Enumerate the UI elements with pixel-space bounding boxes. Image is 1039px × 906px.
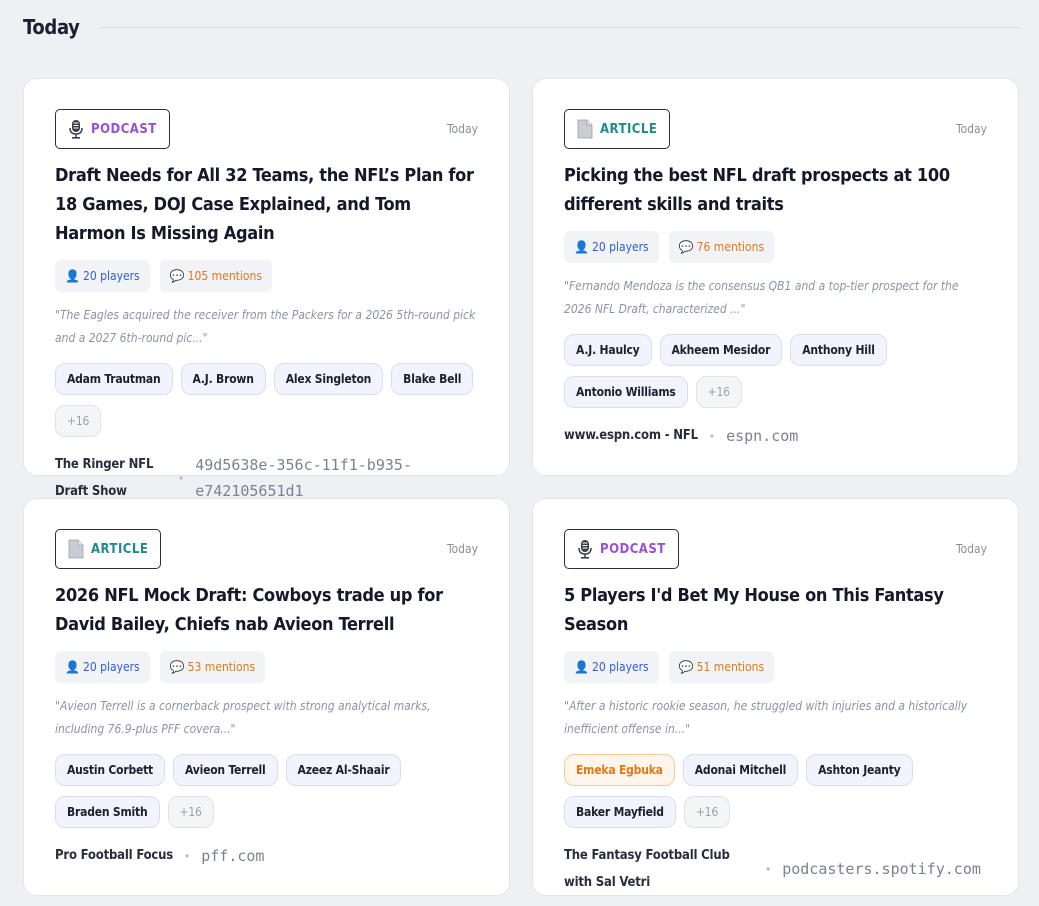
player-tag[interactable]: Baker Mayfield	[564, 796, 676, 828]
source-name: The Fantasy Football Club with Sal Vetri	[564, 848, 730, 890]
players-count: 20 players	[82, 269, 140, 283]
mentions-count: 53 mentions	[187, 660, 256, 674]
separator-dot: •	[709, 428, 715, 443]
person-icon: 👤	[574, 240, 589, 254]
type-badge: PODCAST	[564, 529, 679, 569]
source-name: Pro Football Focus	[55, 848, 174, 863]
microphone-icon	[577, 539, 593, 559]
players-count-badge: 👤 20 players	[564, 651, 659, 683]
player-tag[interactable]: A.J. Haulcy	[564, 334, 652, 366]
card-title[interactable]: Picking the best NFL draft prospects at …	[564, 161, 987, 219]
source-domain: podcasters.spotify.com	[782, 860, 981, 878]
card-quote: "The Eagles acquired the receiver from t…	[55, 308, 476, 345]
players-count-badge: 👤 20 players	[55, 651, 150, 683]
player-tag[interactable]: Antonio Williams	[564, 376, 688, 408]
speech-bubble-icon: 💬	[169, 269, 185, 283]
card-title[interactable]: Draft Needs for All 32 Teams, the NFL’s …	[55, 161, 478, 248]
more-players-tag[interactable]: +16	[167, 796, 214, 828]
player-tag[interactable]: Avieon Terrell	[173, 754, 278, 786]
mentions-count: 105 mentions	[187, 269, 262, 283]
players-count-badge: 👤 20 players	[55, 260, 150, 292]
type-label: ARTICLE	[91, 541, 149, 557]
person-icon: 👤	[65, 269, 80, 283]
card-date: Today	[446, 122, 478, 136]
separator-dot: •	[179, 471, 184, 485]
separator-dot: •	[766, 862, 771, 876]
source-row: The Ringer NFL Draft Show • 49d5638e-356…	[55, 451, 478, 505]
source-row: Pro Football Focus • pff.com	[55, 842, 478, 869]
type-label: ARTICLE	[600, 121, 658, 137]
source-row: The Fantasy Football Club with Sal Vetri…	[564, 842, 987, 896]
source-domain: pff.com	[201, 846, 265, 865]
source-domain: espn.com	[726, 426, 799, 445]
player-tag[interactable]: Adonai Mitchell	[682, 754, 799, 786]
person-icon: 👤	[65, 660, 80, 674]
card-quote: "Avieon Terrell is a cornerback prospect…	[55, 699, 431, 736]
document-icon	[68, 539, 84, 559]
player-tag[interactable]: Braden Smith	[55, 796, 160, 828]
mentions-count-badge: 💬 76 mentions	[668, 231, 775, 263]
speech-bubble-icon: 💬	[169, 660, 185, 674]
player-tag[interactable]: Adam Trautman	[55, 363, 173, 395]
mentions-count: 76 mentions	[696, 240, 765, 254]
type-label: PODCAST	[600, 541, 666, 557]
content-card[interactable]: ARTICLE Today Picking the best NFL draft…	[532, 78, 1019, 476]
card-date: Today	[955, 542, 987, 556]
card-date: Today	[446, 542, 478, 556]
type-badge: ARTICLE	[55, 529, 162, 569]
section-header: Today	[23, 12, 1020, 42]
player-tag[interactable]: Blake Bell	[391, 363, 474, 395]
microphone-icon	[68, 119, 84, 139]
speech-bubble-icon: 💬	[678, 240, 694, 254]
player-tag[interactable]: Azeez Al-Shaair	[285, 754, 402, 786]
source-row: www.espn.com - NFL • espn.com	[564, 422, 987, 449]
document-icon	[577, 119, 593, 139]
source-domain: 49d5638e-356c-11f1-b935-e742105651d1	[195, 456, 412, 500]
player-tag[interactable]: Ashton Jeanty	[806, 754, 913, 786]
player-tag[interactable]: Alex Singleton	[273, 363, 384, 395]
mentions-count-badge: 💬 105 mentions	[159, 260, 272, 292]
player-tag[interactable]: Akheem Mesidor	[659, 334, 783, 366]
section-title: Today	[23, 15, 80, 39]
highlighted-player-tag[interactable]: Emeka Egbuka	[564, 754, 675, 786]
card-date: Today	[955, 122, 987, 136]
players-count-badge: 👤 20 players	[564, 231, 659, 263]
person-icon: 👤	[574, 660, 589, 674]
player-tag[interactable]: Austin Corbett	[55, 754, 166, 786]
card-quote: "After a historic rookie season, he stru…	[564, 699, 968, 736]
type-badge: PODCAST	[55, 109, 170, 149]
mentions-count: 51 mentions	[696, 660, 765, 674]
type-badge: ARTICLE	[564, 109, 671, 149]
players-count: 20 players	[591, 660, 649, 674]
content-card[interactable]: PODCAST Today 5 Players I'd Bet My House…	[532, 498, 1019, 896]
card-title[interactable]: 5 Players I'd Bet My House on This Fanta…	[564, 581, 987, 639]
card-title[interactable]: 2026 NFL Mock Draft: Cowboys trade up fo…	[55, 581, 478, 639]
more-players-tag[interactable]: +16	[695, 376, 742, 408]
source-name: www.espn.com - NFL	[564, 428, 698, 443]
player-tag[interactable]: A.J. Brown	[180, 363, 266, 395]
content-card[interactable]: PODCAST Today Draft Needs for All 32 Tea…	[23, 78, 510, 500]
card-quote: "Fernando Mendoza is the consensus QB1 a…	[564, 279, 959, 316]
more-players-tag[interactable]: +16	[683, 796, 730, 828]
more-players-tag[interactable]: +16	[55, 405, 102, 437]
source-name: The Ringer NFL Draft Show	[55, 457, 154, 499]
speech-bubble-icon: 💬	[678, 660, 694, 674]
players-count: 20 players	[591, 240, 649, 254]
section-divider	[99, 26, 1020, 28]
mentions-count-badge: 💬 51 mentions	[668, 651, 775, 683]
content-card[interactable]: ARTICLE Today 2026 NFL Mock Draft: Cowbo…	[23, 498, 510, 896]
separator-dot: •	[185, 848, 190, 863]
players-count: 20 players	[82, 660, 140, 674]
type-label: PODCAST	[91, 121, 157, 137]
mentions-count-badge: 💬 53 mentions	[159, 651, 266, 683]
player-tag[interactable]: Anthony Hill	[790, 334, 887, 366]
